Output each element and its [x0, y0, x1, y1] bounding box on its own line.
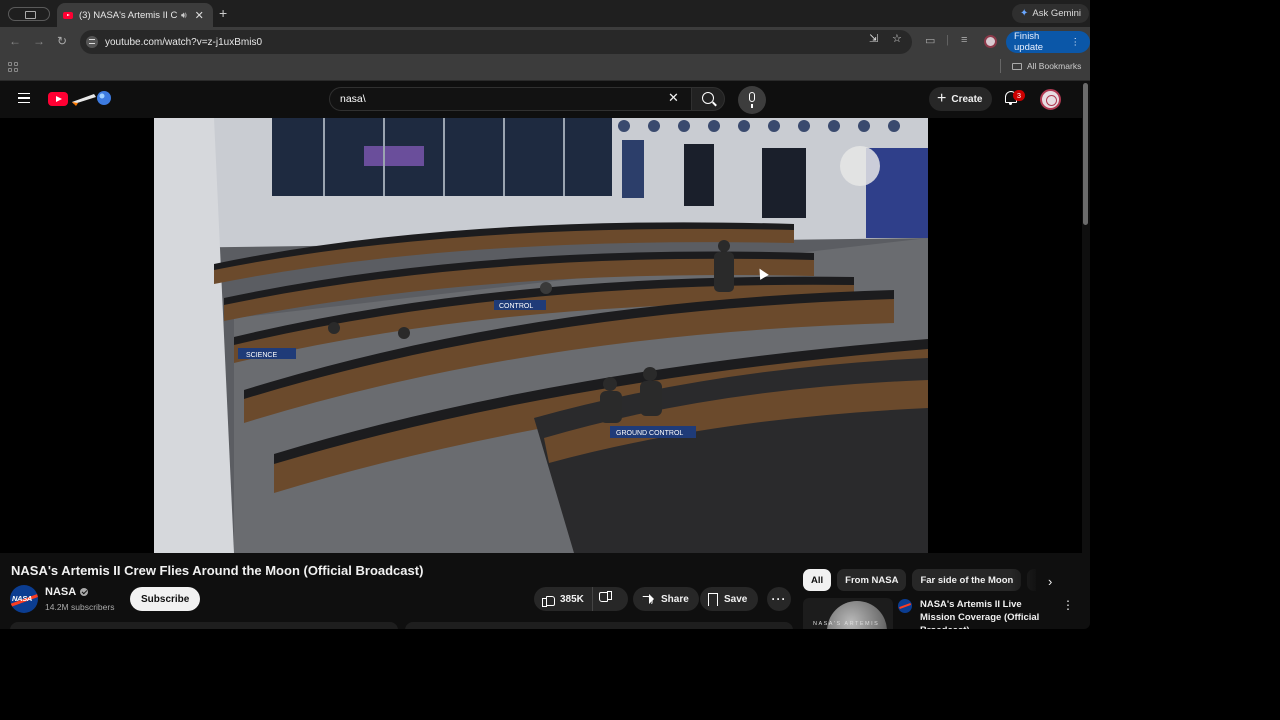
- verified-badge-icon: [80, 588, 89, 596]
- search-input[interactable]: nasa\: [329, 87, 691, 111]
- kebab-menu-icon: ⋮: [1070, 36, 1081, 48]
- chip-all[interactable]: All: [803, 569, 832, 591]
- save-button[interactable]: Save: [700, 587, 759, 611]
- share-label: Share: [661, 593, 689, 605]
- bookmarks-divider: [1000, 59, 1001, 73]
- thumbs-up-icon: [542, 593, 555, 607]
- voice-search-button[interactable]: [738, 86, 766, 114]
- chip-far-side-of-the-moon[interactable]: Far side of the Moon: [912, 569, 1022, 591]
- more-actions-button[interactable]: ···: [767, 587, 791, 611]
- reading-list-icon[interactable]: ≡: [961, 34, 967, 46]
- gemini-spark-icon: ✦: [1020, 8, 1029, 19]
- share-button[interactable]: Share: [633, 587, 699, 611]
- save-label: Save: [724, 593, 748, 605]
- dislike-button[interactable]: [600, 593, 612, 605]
- tab-title: (3) NASA's Artemis II Crew Flies Around …: [79, 9, 177, 21]
- channel-name: NASA: [45, 586, 77, 598]
- like-button[interactable]: 385K: [534, 587, 593, 611]
- all-bookmarks-button[interactable]: All Bookmarks: [1012, 61, 1081, 71]
- description-panel[interactable]: [10, 622, 398, 629]
- subscribe-button[interactable]: Subscribe: [130, 587, 201, 611]
- youtube-masthead: nasa\ ✕ + Create: [0, 81, 1090, 118]
- save-bookmark-icon: [708, 592, 718, 607]
- finish-update-button[interactable]: Finish update ⋮: [1006, 31, 1090, 53]
- chip-from-nasa[interactable]: From NASA: [837, 569, 907, 591]
- notification-badge: 3: [1013, 90, 1025, 101]
- related-video-thumbnail[interactable]: NASA'S ARTEMIS: [803, 598, 893, 629]
- comments-panel[interactable]: [405, 622, 793, 629]
- chevron-right-icon[interactable]: ›: [1048, 574, 1052, 589]
- related-channel-icon: [898, 599, 912, 613]
- reload-icon[interactable]: ↻: [57, 34, 67, 48]
- profile-icon[interactable]: [984, 35, 997, 48]
- page-scrollbar[interactable]: [1083, 83, 1088, 225]
- audio-playing-icon[interactable]: 🔊︎: [181, 10, 187, 21]
- related-thumbnail-caption: NASA'S ARTEMIS: [813, 621, 880, 627]
- control-sign: CONTROL: [499, 303, 533, 310]
- browser-toolbar: ← → ↻ youtube.com/watch?v=z-j1uxBmis0 ⇲ …: [0, 27, 1090, 57]
- tab-strip: (3) NASA's Artemis II Crew Flies Around …: [0, 0, 1090, 27]
- create-button[interactable]: + Create: [929, 87, 993, 111]
- share-icon: [641, 593, 655, 605]
- channel-avatar-text: NASA: [12, 594, 33, 603]
- science-sign: SCIENCE: [246, 352, 277, 359]
- ask-gemini-label: Ask Gemini: [1032, 8, 1081, 19]
- subscriber-count: 14.2M subscribers: [45, 602, 115, 612]
- site-info-icon[interactable]: [86, 36, 98, 48]
- related-filter-chips: All From NASA Far side of the Moon Mo: [803, 569, 1036, 591]
- tab-close-icon[interactable]: ✕: [195, 9, 204, 22]
- plus-icon: +: [937, 90, 947, 107]
- browser-tab[interactable]: (3) NASA's Artemis II Crew Flies Around …: [57, 3, 213, 27]
- browser-window: (3) NASA's Artemis II Crew Flies Around …: [0, 0, 1090, 629]
- video-title: NASA's Artemis II Crew Flies Around the …: [11, 563, 424, 578]
- tab-search-icon[interactable]: [8, 7, 50, 21]
- account-avatar[interactable]: [1040, 89, 1061, 110]
- back-icon[interactable]: ←: [9, 34, 21, 48]
- related-video-title[interactable]: NASA's Artemis II Live Mission Coverage …: [920, 598, 1055, 629]
- cast-icon[interactable]: ▭: [925, 34, 935, 47]
- folder-icon: [1012, 62, 1022, 70]
- mission-control-scene: CONTROL SCIENCE GROUND CONTROL: [154, 118, 928, 553]
- youtube-logo-icon[interactable]: [48, 92, 68, 106]
- like-dislike-group: 385K: [534, 587, 628, 611]
- ask-gemini-button[interactable]: ✦ Ask Gemini: [1012, 4, 1089, 23]
- apps-grid-icon[interactable]: [8, 62, 18, 72]
- clear-search-icon[interactable]: ✕: [668, 90, 679, 106]
- channel-avatar[interactable]: NASA: [10, 585, 38, 613]
- artemis-doodle-icon[interactable]: [70, 90, 112, 107]
- like-count: 385K: [560, 593, 584, 605]
- related-video-menu-icon[interactable]: ⋮: [1062, 598, 1074, 612]
- channel-name-link[interactable]: NASA: [45, 586, 89, 598]
- youtube-favicon-icon: [63, 11, 73, 19]
- video-frame[interactable]: CONTROL SCIENCE GROUND CONTROL: [154, 118, 928, 553]
- finish-update-label: Finish update: [1014, 31, 1044, 53]
- all-bookmarks-label: All Bookmarks: [1027, 61, 1082, 71]
- new-tab-icon[interactable]: +: [219, 5, 227, 21]
- microphone-icon: [749, 92, 755, 108]
- create-label: Create: [951, 93, 983, 105]
- search-button[interactable]: [691, 87, 725, 111]
- toolbar-divider: |: [946, 34, 949, 46]
- address-bar[interactable]: youtube.com/watch?v=z-j1uxBmis0: [80, 30, 912, 54]
- search-icon: [702, 92, 714, 104]
- chips-fade-overlay: [1010, 569, 1040, 591]
- ground-control-sign: GROUND CONTROL: [616, 430, 683, 437]
- bookmark-star-icon[interactable]: ☆: [892, 32, 902, 45]
- url-text: youtube.com/watch?v=z-j1uxBmis0: [105, 36, 263, 48]
- bookmarks-bar: All Bookmarks: [0, 57, 1090, 81]
- install-app-icon[interactable]: ⇲: [869, 32, 878, 45]
- forward-icon[interactable]: →: [33, 34, 45, 48]
- hamburger-menu-icon[interactable]: [18, 93, 30, 103]
